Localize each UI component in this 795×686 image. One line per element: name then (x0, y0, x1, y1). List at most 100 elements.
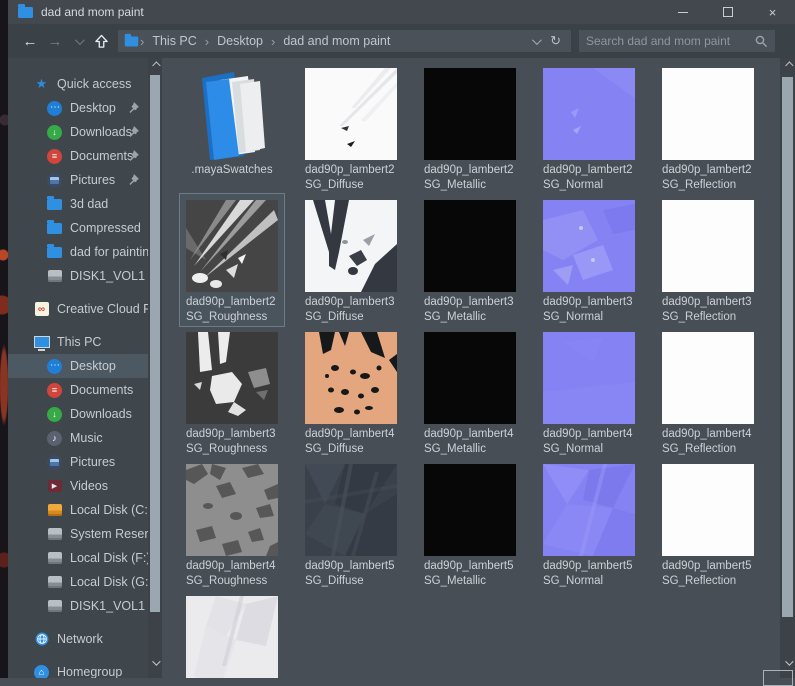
file-thumbnail (662, 464, 754, 556)
sidebar-item-disk1-vol1-v[interactable]: DISK1_VOL1 (V:) (8, 594, 148, 618)
file-name: dad90p_lambert3 SG_Diffuse (305, 296, 395, 323)
disk-icon (46, 598, 63, 614)
sidebar-item-label: Network (57, 632, 103, 646)
file-tile[interactable]: dad90p_lambert5 SG_Normal (537, 458, 641, 590)
sidebar-item-pictures[interactable]: Pictures (8, 450, 148, 474)
file-tile[interactable]: dad90p_lambert4 SG_Diffuse (299, 326, 403, 458)
file-thumbnail (543, 464, 635, 556)
sidebar-item-pictures[interactable]: Pictures (8, 168, 148, 192)
sidebar-item-videos[interactable]: ▶ Videos (8, 474, 148, 498)
file-thumbnail (186, 200, 278, 292)
file-tile[interactable]: dad90p_lambert3 SG_Normal (537, 194, 641, 326)
file-tile[interactable]: dad90p_lambert3 SG_Metallic (418, 194, 522, 326)
file-tile[interactable]: dad90p_lambert2 SG_Metallic (418, 62, 522, 194)
sidebar-item-local-disk-f[interactable]: Local Disk (F:) (8, 546, 148, 570)
downloads-icon: ↓ (46, 406, 63, 422)
file-tile[interactable]: dad90p_lambert2 SG_Diffuse (299, 62, 403, 194)
sidebar-item-local-disk-c[interactable]: Local Disk (C:) (8, 498, 148, 522)
sidebar-item-disk1-vol1-v[interactable]: DISK1_VOL1 (V:) (8, 264, 148, 288)
up-arrow-icon (94, 34, 108, 48)
sidebar-scrollbar-thumb[interactable] (150, 75, 160, 612)
file-tile[interactable]: dad90p_lambert5 SG_Reflection (656, 458, 760, 590)
sidebar-item-label: dad for painting (70, 245, 148, 259)
sidebar-item-homegroup[interactable]: ⌂ Homegroup (8, 660, 148, 678)
file-tile[interactable]: dad90p_lambert2 SG_Normal (537, 62, 641, 194)
chevron-down-icon (532, 34, 542, 45)
file-grid: .mayaSwatches dad90p_lambert2 SG_Diffuse d… (179, 62, 780, 678)
resize-corner (763, 670, 793, 686)
folder-tile[interactable]: .mayaSwatches (180, 62, 284, 194)
file-tile[interactable]: dad90p_lambert4 SG_Reflection (656, 326, 760, 458)
scroll-up-icon[interactable] (780, 60, 795, 74)
file-tile[interactable]: dad90p_lambert4 SG_Metallic (418, 326, 522, 458)
scroll-down-icon[interactable] (780, 656, 795, 670)
file-tile[interactable] (180, 590, 284, 678)
file-tile[interactable]: dad90p_lambert4 SG_Roughness (180, 458, 284, 590)
sidebar-item-label: System Reserved (70, 527, 148, 541)
folder-icon (18, 3, 33, 18)
minimize-icon (677, 11, 688, 13)
file-name: dad90p_lambert2 SG_Metallic (424, 164, 514, 191)
file-tile[interactable]: dad90p_lambert5 SG_Diffuse (299, 458, 403, 590)
maximize-icon (722, 7, 733, 17)
refresh-button[interactable]: ↻ (546, 33, 565, 49)
scroll-up-icon[interactable] (148, 60, 162, 74)
file-tile[interactable]: dad90p_lambert5 SG_Metallic (418, 458, 522, 590)
maximize-button[interactable] (705, 0, 750, 24)
file-tile[interactable]: dad90p_lambert2 SG_Reflection (656, 62, 760, 194)
file-name: dad90p_lambert2 SG_Normal (543, 164, 633, 191)
sidebar-item-label: Downloads (70, 125, 132, 139)
sidebar-item-desktop[interactable]: ⋯ Desktop (8, 354, 148, 378)
sidebar-item-3d-dad[interactable]: 3d dad (8, 192, 148, 216)
sidebar-item-label: Homegroup (57, 665, 123, 678)
file-tile[interactable]: dad90p_lambert3 SG_Roughness (180, 326, 284, 458)
search-box[interactable]: Search dad and mom paint (579, 30, 775, 52)
recent-locations-button[interactable] (68, 24, 88, 58)
content-scrollbar-thumb[interactable] (782, 77, 793, 617)
up-button[interactable] (88, 24, 114, 58)
sidebar-item-compressed[interactable]: Compressed (8, 216, 148, 240)
sidebar-item-documents[interactable]: ≡ Documents (8, 144, 148, 168)
scroll-down-icon[interactable] (148, 656, 162, 670)
sidebar-item-creative-cloud-fil[interactable]: ∞ Creative Cloud Fil (8, 297, 148, 321)
sidebar-item-label: Documents (70, 149, 134, 163)
sidebar-item-this-pc[interactable]: This PC (8, 330, 148, 354)
sidebar-item-downloads[interactable]: ↓ Downloads (8, 402, 148, 426)
sidebar-scrollbar[interactable] (148, 58, 162, 678)
file-tile[interactable]: dad90p_lambert3 SG_Diffuse (299, 194, 403, 326)
sidebar-item-quick-access[interactable]: ★ Quick access (8, 72, 148, 96)
pin-icon (129, 126, 139, 137)
file-name: dad90p_lambert2 SG_Roughness (186, 296, 276, 323)
back-button[interactable]: ← (18, 24, 42, 58)
address-bar[interactable]: › This PC › Desktop › dad and mom paint … (118, 30, 571, 52)
sidebar-item-music[interactable]: ♪ Music (8, 426, 148, 450)
sidebar-item-dad-for-painting[interactable]: dad for painting (8, 240, 148, 264)
sidebar-item-network[interactable]: Network (8, 627, 148, 651)
sidebar-item-documents[interactable]: ≡ Documents (8, 378, 148, 402)
sidebar-item-label: 3d dad (70, 197, 109, 211)
content-scrollbar[interactable] (780, 58, 795, 678)
file-tile[interactable]: dad90p_lambert4 SG_Normal (537, 326, 641, 458)
sidebar-item-label: Desktop (70, 101, 116, 115)
forward-button[interactable]: → (42, 24, 68, 58)
address-dropdown-button[interactable] (525, 34, 546, 45)
title-bar[interactable]: dad and mom paint × (8, 0, 795, 24)
sidebar-item-downloads[interactable]: ↓ Downloads (8, 120, 148, 144)
sidebar-item-desktop[interactable]: ⋯ Desktop (8, 96, 148, 120)
breadcrumb-desktop[interactable]: Desktop (210, 34, 270, 48)
file-thumbnail (305, 68, 397, 160)
close-button[interactable]: × (750, 0, 795, 24)
sidebar-item-system-reserved[interactable]: System Reserved (8, 522, 148, 546)
breadcrumb-this-pc[interactable]: This PC (145, 34, 203, 48)
downloads-icon: ↓ (46, 124, 63, 140)
minimize-button[interactable] (660, 0, 705, 24)
file-tile[interactable]: dad90p_lambert2 SG_Roughness (179, 193, 285, 327)
sidebar-item-local-disk-g[interactable]: Local Disk (G:) (8, 570, 148, 594)
file-thumbnail (662, 68, 754, 160)
file-name: dad90p_lambert4 SG_Metallic (424, 428, 514, 455)
file-tile[interactable]: dad90p_lambert3 SG_Reflection (656, 194, 760, 326)
disk-icon (46, 526, 63, 542)
sidebar-item-label: This PC (57, 335, 102, 349)
desktop-icon: ⋯ (46, 100, 63, 116)
breadcrumb-current-folder[interactable]: dad and mom paint (276, 34, 397, 48)
